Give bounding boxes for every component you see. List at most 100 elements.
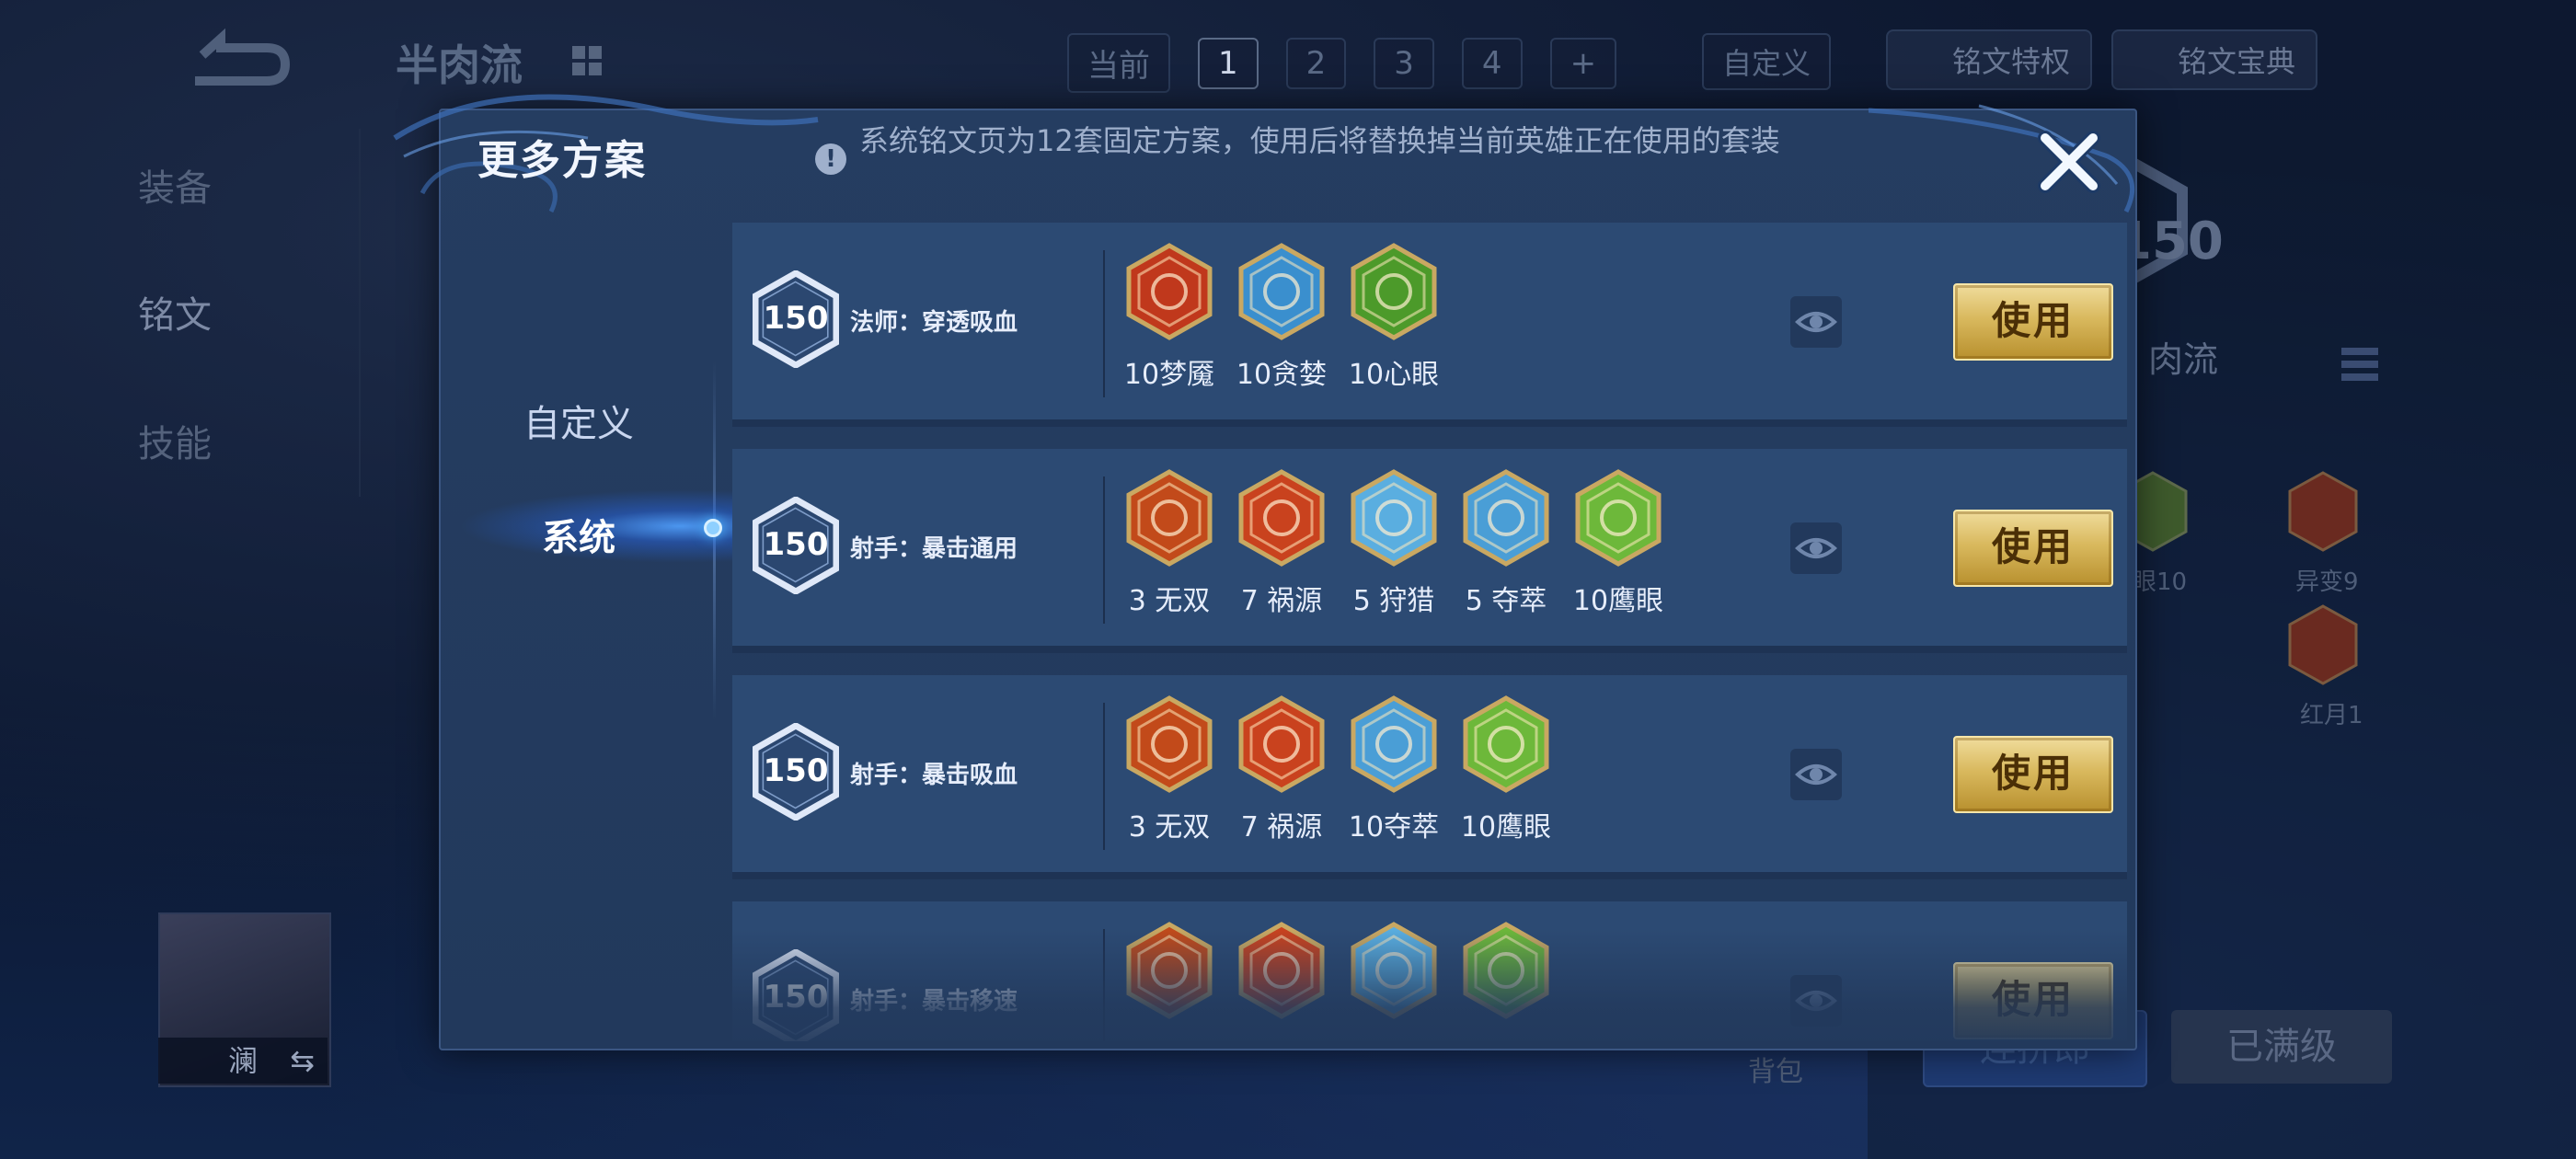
preview-button[interactable] — [1790, 975, 1842, 1027]
red-moon-rune-icon — [2288, 604, 2358, 685]
close-icon[interactable] — [2032, 125, 2106, 199]
rune-item[interactable]: 7 祸源 — [1231, 695, 1332, 861]
blue-bolt-rune-icon — [1351, 922, 1437, 1019]
side-menu-runes-label: 铭文 — [138, 294, 212, 337]
dialog-title: 更多方案 — [477, 137, 647, 184]
page-tab-current[interactable]: 当前 — [1067, 33, 1170, 93]
blue-bolt-rune-icon — [1351, 469, 1437, 567]
back-arrow-icon[interactable] — [184, 28, 294, 92]
use-plan-button[interactable]: 使用 — [1953, 736, 2113, 813]
preview-button[interactable] — [1790, 522, 1842, 574]
rune-item[interactable]: 5 夺萃 — [1455, 469, 1557, 635]
rune-item[interactable]: 10鹰眼 — [1455, 695, 1557, 861]
rune-label: 7 祸源 — [1240, 585, 1323, 617]
rune-item[interactable]: 10贪婪 — [1231, 243, 1332, 408]
green-clover-rune-icon — [1463, 695, 1549, 793]
rune-item[interactable] — [1343, 922, 1444, 1041]
maxed-button[interactable]: 已满级 — [2171, 1010, 2392, 1084]
swap-icon[interactable]: ⇆ — [290, 1038, 315, 1084]
plan-row: 150 射手：暴击通用 3 无双 7 祸源 5 狩猎 5 夺萃 10鹰眼 使用 — [732, 449, 2127, 653]
rune-item[interactable]: 10夺萃 — [1343, 695, 1444, 861]
tab-custom[interactable]: 自定义 — [441, 394, 717, 447]
page-tab-3[interactable]: 3 — [1374, 37, 1434, 89]
rune-item[interactable]: 7 祸源 — [1231, 469, 1332, 635]
right-rune-label-3: 红月1 — [2300, 702, 2363, 729]
rune-label: 10夺萃 — [1348, 811, 1440, 843]
plan-level: 150 — [763, 752, 829, 789]
rune-item[interactable]: 10心眼 — [1343, 243, 1444, 408]
filter-icon[interactable] — [2337, 340, 2383, 396]
plan-level-badge: 150 — [752, 495, 840, 596]
red-spiral-rune-icon — [1126, 469, 1213, 567]
plan-level: 150 — [763, 526, 829, 563]
rune-item[interactable]: 3 无双 — [1119, 469, 1220, 635]
red-cross-rune-icon — [1238, 922, 1325, 1019]
rune-guide-button[interactable]: 铭文宝典 — [2111, 29, 2318, 90]
red-cross-rune-icon — [1238, 469, 1325, 567]
right-rune-label-2: 异变9 — [2295, 568, 2359, 596]
divider — [359, 129, 361, 497]
rune-label: 10贪婪 — [1236, 359, 1328, 391]
bag-label[interactable]: 背包 — [1748, 1049, 1803, 1089]
page-tab-2[interactable]: 2 — [1285, 37, 1347, 89]
row-divider — [1103, 929, 1105, 1041]
page-tab-4[interactable]: 4 — [1461, 37, 1523, 89]
side-menu-skills-label: 技能 — [138, 423, 212, 465]
rune-item[interactable]: 3 无双 — [1119, 695, 1220, 861]
blue-knot-rune-icon — [1351, 695, 1437, 793]
plan-row: 150 法师：穿透吸血 10梦魇 10贪婪 10心眼 使用 — [732, 223, 2127, 427]
rune-privilege-button[interactable]: 铭文特权 — [1886, 29, 2093, 90]
red-rune-icon — [2288, 471, 2358, 552]
grid-icon[interactable] — [570, 44, 604, 77]
tab-system[interactable]: 系统 — [441, 508, 717, 561]
side-menu-equipment-label: 装备 — [138, 167, 212, 210]
dialog-info-text: 系统铭文页为12套固定方案，使用后将替换掉当前英雄正在使用的套装 — [859, 123, 1780, 158]
rune-item[interactable]: 10鹰眼 — [1568, 469, 1669, 635]
green-clover-rune-icon — [1463, 922, 1549, 1019]
rune-item[interactable] — [1455, 922, 1557, 1041]
use-plan-button[interactable]: 使用 — [1953, 510, 2113, 587]
add-page-button[interactable]: + — [1549, 37, 1617, 89]
plan-row: 150 射手：暴击吸血 3 无双 7 祸源 10夺萃 10鹰眼 使用 — [732, 675, 2127, 879]
rune-label: 3 无双 — [1128, 585, 1211, 617]
rune-label: 3 无双 — [1128, 811, 1211, 843]
plan-name: 射手：暴击通用 — [850, 535, 1018, 563]
blue-star-rune-icon — [1238, 243, 1325, 340]
rune-item[interactable] — [1119, 922, 1220, 1041]
plan-name: 法师：穿透吸血 — [850, 309, 1018, 337]
rune-item[interactable] — [1231, 922, 1332, 1041]
hero-name: 澜 — [227, 1043, 258, 1078]
side-menu-runes[interactable]: 铭文 — [138, 285, 212, 339]
use-plan-button[interactable]: 使用 — [1953, 962, 2113, 1039]
more-plans-dialog: 更多方案 ! 系统铭文页为12套固定方案，使用后将替换掉当前英雄正在使用的套装 … — [393, 94, 2137, 1050]
plan-level: 150 — [763, 300, 829, 337]
page-tab-1[interactable]: 1 — [1198, 37, 1259, 89]
preview-button[interactable] — [1790, 749, 1842, 800]
rune-item[interactable]: 10梦魇 — [1119, 243, 1220, 408]
side-menu-skills[interactable]: 技能 — [138, 414, 212, 467]
rune-item[interactable]: 5 狩猎 — [1343, 469, 1444, 635]
rune-label: 10心眼 — [1348, 359, 1440, 391]
green-clover-rune-icon — [1575, 469, 1662, 567]
red-spiral-rune-icon — [1126, 922, 1213, 1019]
plan-list[interactable]: 150 法师：穿透吸血 10梦魇 10贪婪 10心眼 使用 150 射手：暴击通用 3 无双 7 … — [732, 223, 2127, 1041]
right-plan-name: 肉流 — [2148, 339, 2219, 380]
rune-label: 7 祸源 — [1240, 811, 1323, 843]
red-spiral-rune-icon — [1126, 695, 1213, 793]
row-divider — [1103, 250, 1105, 397]
active-tab-indicator — [704, 519, 722, 537]
tab-custom-label: 自定义 — [523, 403, 634, 445]
plan-name: 射手：暴击移速 — [850, 988, 1018, 1016]
use-plan-button[interactable]: 使用 — [1953, 283, 2113, 361]
eye-icon — [1795, 312, 1837, 332]
tab-system-label: 系统 — [542, 517, 615, 559]
hero-name-bar: 澜 ⇆ — [158, 1038, 328, 1084]
info-icon: ! — [815, 143, 846, 175]
custom-button[interactable]: 自定义 — [1702, 33, 1832, 90]
row-divider — [1103, 476, 1105, 624]
side-menu-equipment[interactable]: 装备 — [138, 158, 212, 212]
rune-privilege-label: 铭文特权 — [1952, 44, 2071, 79]
plan-row: 150 射手：暴击移速 使用 — [732, 901, 2127, 1041]
preview-button[interactable] — [1790, 296, 1842, 348]
rune-label: 10梦魇 — [1123, 359, 1215, 391]
